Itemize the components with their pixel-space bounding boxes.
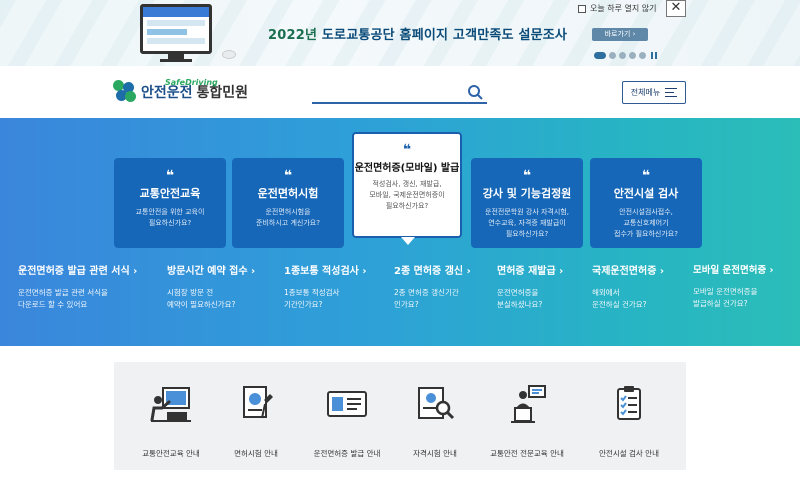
card-desc: 적성검사, 갱신, 재발급, 모바일, 국제운전면허증이 필요하신가요? bbox=[369, 180, 445, 210]
quote-icon: ❝ bbox=[522, 168, 532, 184]
link-desc: 운전면허증을 분실하셨나요? bbox=[497, 288, 543, 309]
logo-group-text: 통합민원 bbox=[196, 85, 249, 101]
banner-title[interactable]: 2022년 도로교통공단 홈페이지 고객만족도 설문조사 bbox=[268, 24, 567, 43]
hamburger-icon bbox=[665, 88, 678, 97]
checkbox-label: 오늘 하루 열지 않기 bbox=[590, 4, 657, 13]
hide-today-checkbox[interactable]: 오늘 하루 열지 않기 bbox=[578, 3, 657, 14]
quote-icon: ❝ bbox=[402, 142, 412, 158]
monitor-illustration bbox=[140, 4, 212, 54]
link-desc: 운전면허증 발급 관련 서식을 다운로드 할 수 있어요 bbox=[18, 288, 108, 309]
monitor-base bbox=[160, 59, 192, 62]
link-aptitude-test[interactable]: 1종보통 적성검사 › 1종보통 적성검사 기간인가요? bbox=[284, 262, 366, 311]
quote-icon: ❝ bbox=[165, 168, 175, 184]
checkbox-box[interactable] bbox=[578, 4, 586, 13]
card-license-exam[interactable]: ❝ 운전면허시험 운전면허시험을 준비하시고 계신가요? bbox=[232, 158, 344, 248]
link-title[interactable]: 모바일 운전면허증 › bbox=[693, 262, 773, 276]
service-traffic-safety-education[interactable]: 교통안전교육 안내 bbox=[126, 384, 216, 459]
card-desc: 운전면허시험을 준비하시고 계신가요? bbox=[256, 208, 320, 227]
link-desc: 1종보통 적성검사 기간인가요? bbox=[284, 288, 340, 309]
banner-dot-2[interactable] bbox=[609, 52, 616, 59]
link-desc: 2종 면허증 갱신기간 인가요? bbox=[394, 288, 459, 309]
card-safety-facility-inspection[interactable]: ❝ 안전시설 검사 안전시설검사접수, 교통신호제어기 접수가 필요하신가요? bbox=[590, 158, 702, 248]
service-label: 교통안전교육 안내 bbox=[142, 449, 200, 458]
license-card-icon bbox=[327, 391, 367, 417]
banner-dot-3[interactable] bbox=[619, 52, 626, 59]
link-desc: 시험장 방문 전 예약이 필요하신가요? bbox=[167, 288, 236, 309]
service-qualification-exam[interactable]: 자격시험 안내 bbox=[390, 384, 480, 459]
card-title: 운전면허시험 bbox=[257, 187, 319, 200]
all-menu-button[interactable]: 전체메뉴 bbox=[622, 81, 686, 104]
service-safety-facility-inspection[interactable]: 안전시설 검사 안내 bbox=[584, 384, 674, 459]
link-title[interactable]: 국제운전면허증 › bbox=[592, 262, 664, 277]
service-label: 운전면허증 발급 안내 bbox=[313, 449, 381, 458]
service-label: 면허시험 안내 bbox=[234, 449, 278, 458]
link-visit-reservation[interactable]: 방문시간 예약 접수 › 시험장 방문 전 예약이 필요하신가요? bbox=[167, 262, 255, 311]
link-mobile-license[interactable]: 모바일 운전면허증 › 모바일 운전면허증을 발급하실 건가요? bbox=[693, 262, 773, 310]
quote-icon: ❝ bbox=[283, 168, 293, 184]
link-license-forms[interactable]: 운전면허증 발급 관련 서식 › 운전면허증 발급 관련 서식을 다운로드 할 수… bbox=[18, 262, 137, 311]
card-desc: 교통안전을 위한 교육이 필요하신가요? bbox=[135, 208, 205, 227]
all-menu-label: 전체메뉴 bbox=[630, 88, 661, 97]
exam-paper-icon bbox=[243, 386, 273, 419]
mouse-illustration bbox=[222, 50, 236, 59]
card-license-issuance[interactable]: ❝ 운전면허증(모바일) 발급 적성검사, 갱신, 재발급, 모바일, 국제운전면… bbox=[352, 132, 462, 245]
card-desc: 안전시설검사접수, 교통신호제어기 접수가 필요하신가요? bbox=[614, 208, 678, 238]
banner-pagination bbox=[594, 52, 657, 59]
link-international-license[interactable]: 국제운전면허증 › 해외에서 운전하실 건가요? bbox=[592, 262, 664, 311]
banner-dot-5[interactable] bbox=[639, 52, 646, 59]
banner-pause-icon[interactable] bbox=[651, 52, 657, 59]
link-license-renewal[interactable]: 2종 면허증 갱신 › 2종 면허증 갱신기간 인가요? bbox=[394, 262, 471, 311]
lecturer-podium-icon bbox=[511, 385, 546, 423]
banner-dot-1[interactable] bbox=[594, 52, 606, 59]
card-traffic-safety-education[interactable]: ❝ 교통안전교육 교통안전을 위한 교육이 필요하신가요? bbox=[114, 158, 226, 248]
card-title: 운전면허증(모바일) 발급 bbox=[354, 163, 460, 174]
service-license-exam[interactable]: 면허시험 안내 bbox=[211, 384, 301, 459]
certificate-search-icon bbox=[418, 387, 455, 420]
site-logo[interactable]: SafeDriving 안전운전 통합민원 bbox=[113, 78, 249, 102]
search-box bbox=[312, 82, 487, 104]
link-title[interactable]: 2종 면허증 갱신 › bbox=[394, 262, 471, 277]
logo-subtitle: SafeDriving bbox=[165, 78, 218, 87]
banner-title-year: 2022년 bbox=[268, 28, 322, 43]
card-instructor-examiner[interactable]: ❝ 강사 및 기능검정원 운전전문학원 강사 자격시험, 연수교육, 자격증 재발… bbox=[471, 158, 583, 248]
search-icon[interactable] bbox=[467, 84, 483, 100]
service-label: 교통안전 전문교육 안내 bbox=[490, 449, 564, 458]
card-title: 강사 및 기능검정원 bbox=[482, 187, 572, 200]
banner-title-text: 도로교통공단 홈페이지 고객만족도 설문조사 bbox=[321, 28, 568, 43]
clover-logo-icon bbox=[113, 80, 137, 102]
banner-dot-4[interactable] bbox=[629, 52, 636, 59]
card-title: 교통안전교육 bbox=[139, 187, 201, 200]
banner-close-button[interactable]: ✕ bbox=[666, 0, 686, 17]
card-title: 안전시설 검사 bbox=[613, 187, 679, 200]
link-desc: 모바일 운전면허증을 발급하실 건가요? bbox=[693, 287, 758, 308]
link-license-reissue[interactable]: 면허증 재발급 › 운전면허증을 분실하셨나요? bbox=[497, 262, 563, 311]
link-desc: 해외에서 운전하실 건가요? bbox=[592, 288, 647, 309]
service-label: 자격시험 안내 bbox=[413, 449, 457, 458]
site-header: SafeDriving 안전운전 통합민원 전체메뉴 bbox=[0, 66, 800, 118]
service-professional-education[interactable]: 교통안전 전문교육 안내 bbox=[482, 384, 572, 459]
quote-icon: ❝ bbox=[641, 168, 651, 184]
service-guide-panel: 교통안전교육 안내 면허시험 안내 운전면허증 발급 안내 자격시험 안내 교통… bbox=[114, 362, 686, 470]
teacher-board-icon bbox=[150, 387, 191, 422]
service-label: 안전시설 검사 안내 bbox=[599, 449, 659, 458]
logo-main-text: 안전운전 bbox=[141, 85, 193, 101]
link-title[interactable]: 면허증 재발급 › bbox=[497, 262, 563, 277]
hero-section: ❝ 교통안전교육 교통안전을 위한 교육이 필요하신가요? ❝ 운전면허시험 운전… bbox=[0, 118, 800, 346]
service-license-issuance[interactable]: 운전면허증 발급 안내 bbox=[302, 384, 392, 459]
checklist-icon bbox=[617, 386, 641, 420]
link-title[interactable]: 1종보통 적성검사 › bbox=[284, 262, 366, 277]
card-desc: 운전전문학원 강사 자격시험, 연수교육, 자격증 재발급이 필요하신가요? bbox=[485, 208, 569, 238]
link-title[interactable]: 운전면허증 발급 관련 서식 › bbox=[18, 262, 137, 277]
survey-banner[interactable]: 2022년 도로교통공단 홈페이지 고객만족도 설문조사 오늘 하루 열지 않기… bbox=[0, 0, 800, 66]
banner-go-button[interactable]: 바로가기 › bbox=[592, 28, 648, 41]
search-input[interactable] bbox=[312, 85, 457, 104]
link-title[interactable]: 방문시간 예약 접수 › bbox=[167, 262, 255, 277]
